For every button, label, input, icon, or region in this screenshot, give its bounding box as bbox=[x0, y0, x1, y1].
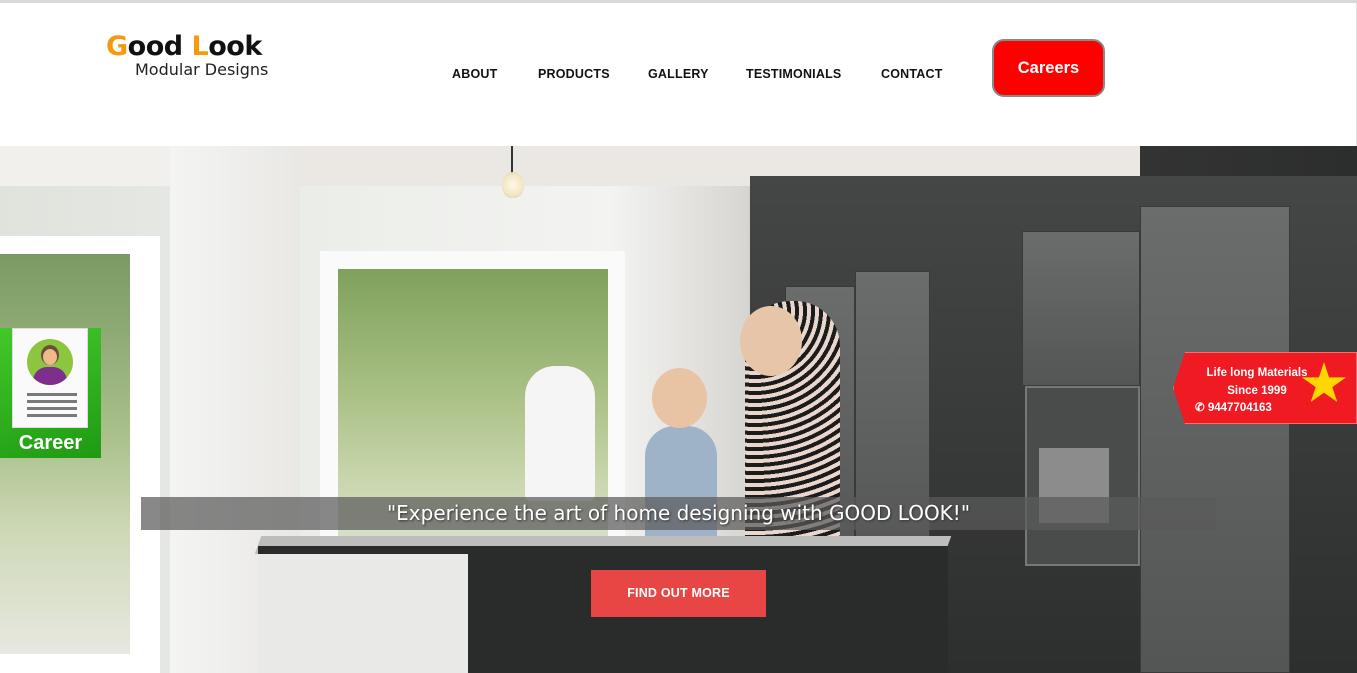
promo-side-badge[interactable]: Life long Materials Since 1999 ✆ 9447704… bbox=[1173, 352, 1357, 424]
nav-contact[interactable]: CONTACT bbox=[881, 67, 943, 81]
hero-island-front bbox=[258, 554, 468, 673]
hero-banner: Career Life long Materials Since 1999 ✆ … bbox=[0, 146, 1357, 673]
nav-about[interactable]: ABOUT bbox=[452, 67, 497, 81]
site-header: Good Look Modular Designs ABOUT PRODUCTS… bbox=[0, 3, 1357, 146]
promo-phone: ✆ 9447704163 bbox=[1195, 400, 1272, 414]
hero-tagline: "Experience the art of home designing wi… bbox=[386, 501, 971, 525]
hero-oven bbox=[1025, 386, 1140, 566]
hero-cabinet bbox=[1022, 231, 1140, 386]
promo-line-1: Life long Materials bbox=[1206, 367, 1308, 379]
hero-cabinet bbox=[1140, 206, 1290, 673]
promo-badge-text: Life long Materials Since 1999 bbox=[1191, 364, 1323, 400]
nav-products[interactable]: PRODUCTS bbox=[538, 67, 610, 81]
career-badge-label: Career bbox=[18, 432, 83, 454]
tagline-bar: "Experience the art of home designing wi… bbox=[141, 497, 1216, 530]
nav-gallery[interactable]: GALLERY bbox=[648, 67, 709, 81]
phone-icon: ✆ bbox=[1195, 402, 1205, 414]
hero-child-head bbox=[652, 368, 707, 428]
site-logo[interactable]: Good Look Modular Designs bbox=[106, 33, 276, 85]
logo-subtitle: Modular Designs bbox=[135, 60, 269, 79]
hero-woman-head bbox=[740, 306, 802, 376]
promo-line-2: Since 1999 bbox=[1227, 385, 1287, 397]
hero-person-man bbox=[525, 366, 595, 501]
pendant-bulb bbox=[502, 172, 524, 198]
resume-profile-icon bbox=[12, 328, 88, 428]
career-side-badge[interactable]: Career bbox=[0, 328, 101, 458]
logo-title: Good Look bbox=[106, 31, 262, 62]
nav-testimonials[interactable]: TESTIMONIALS bbox=[746, 67, 841, 81]
find-out-more-button[interactable]: FIND OUT MORE bbox=[591, 570, 766, 617]
promo-phone-number: 9447704163 bbox=[1207, 402, 1272, 414]
pendant-lamp-cord bbox=[511, 146, 513, 174]
careers-button[interactable]: Careers bbox=[992, 39, 1105, 97]
